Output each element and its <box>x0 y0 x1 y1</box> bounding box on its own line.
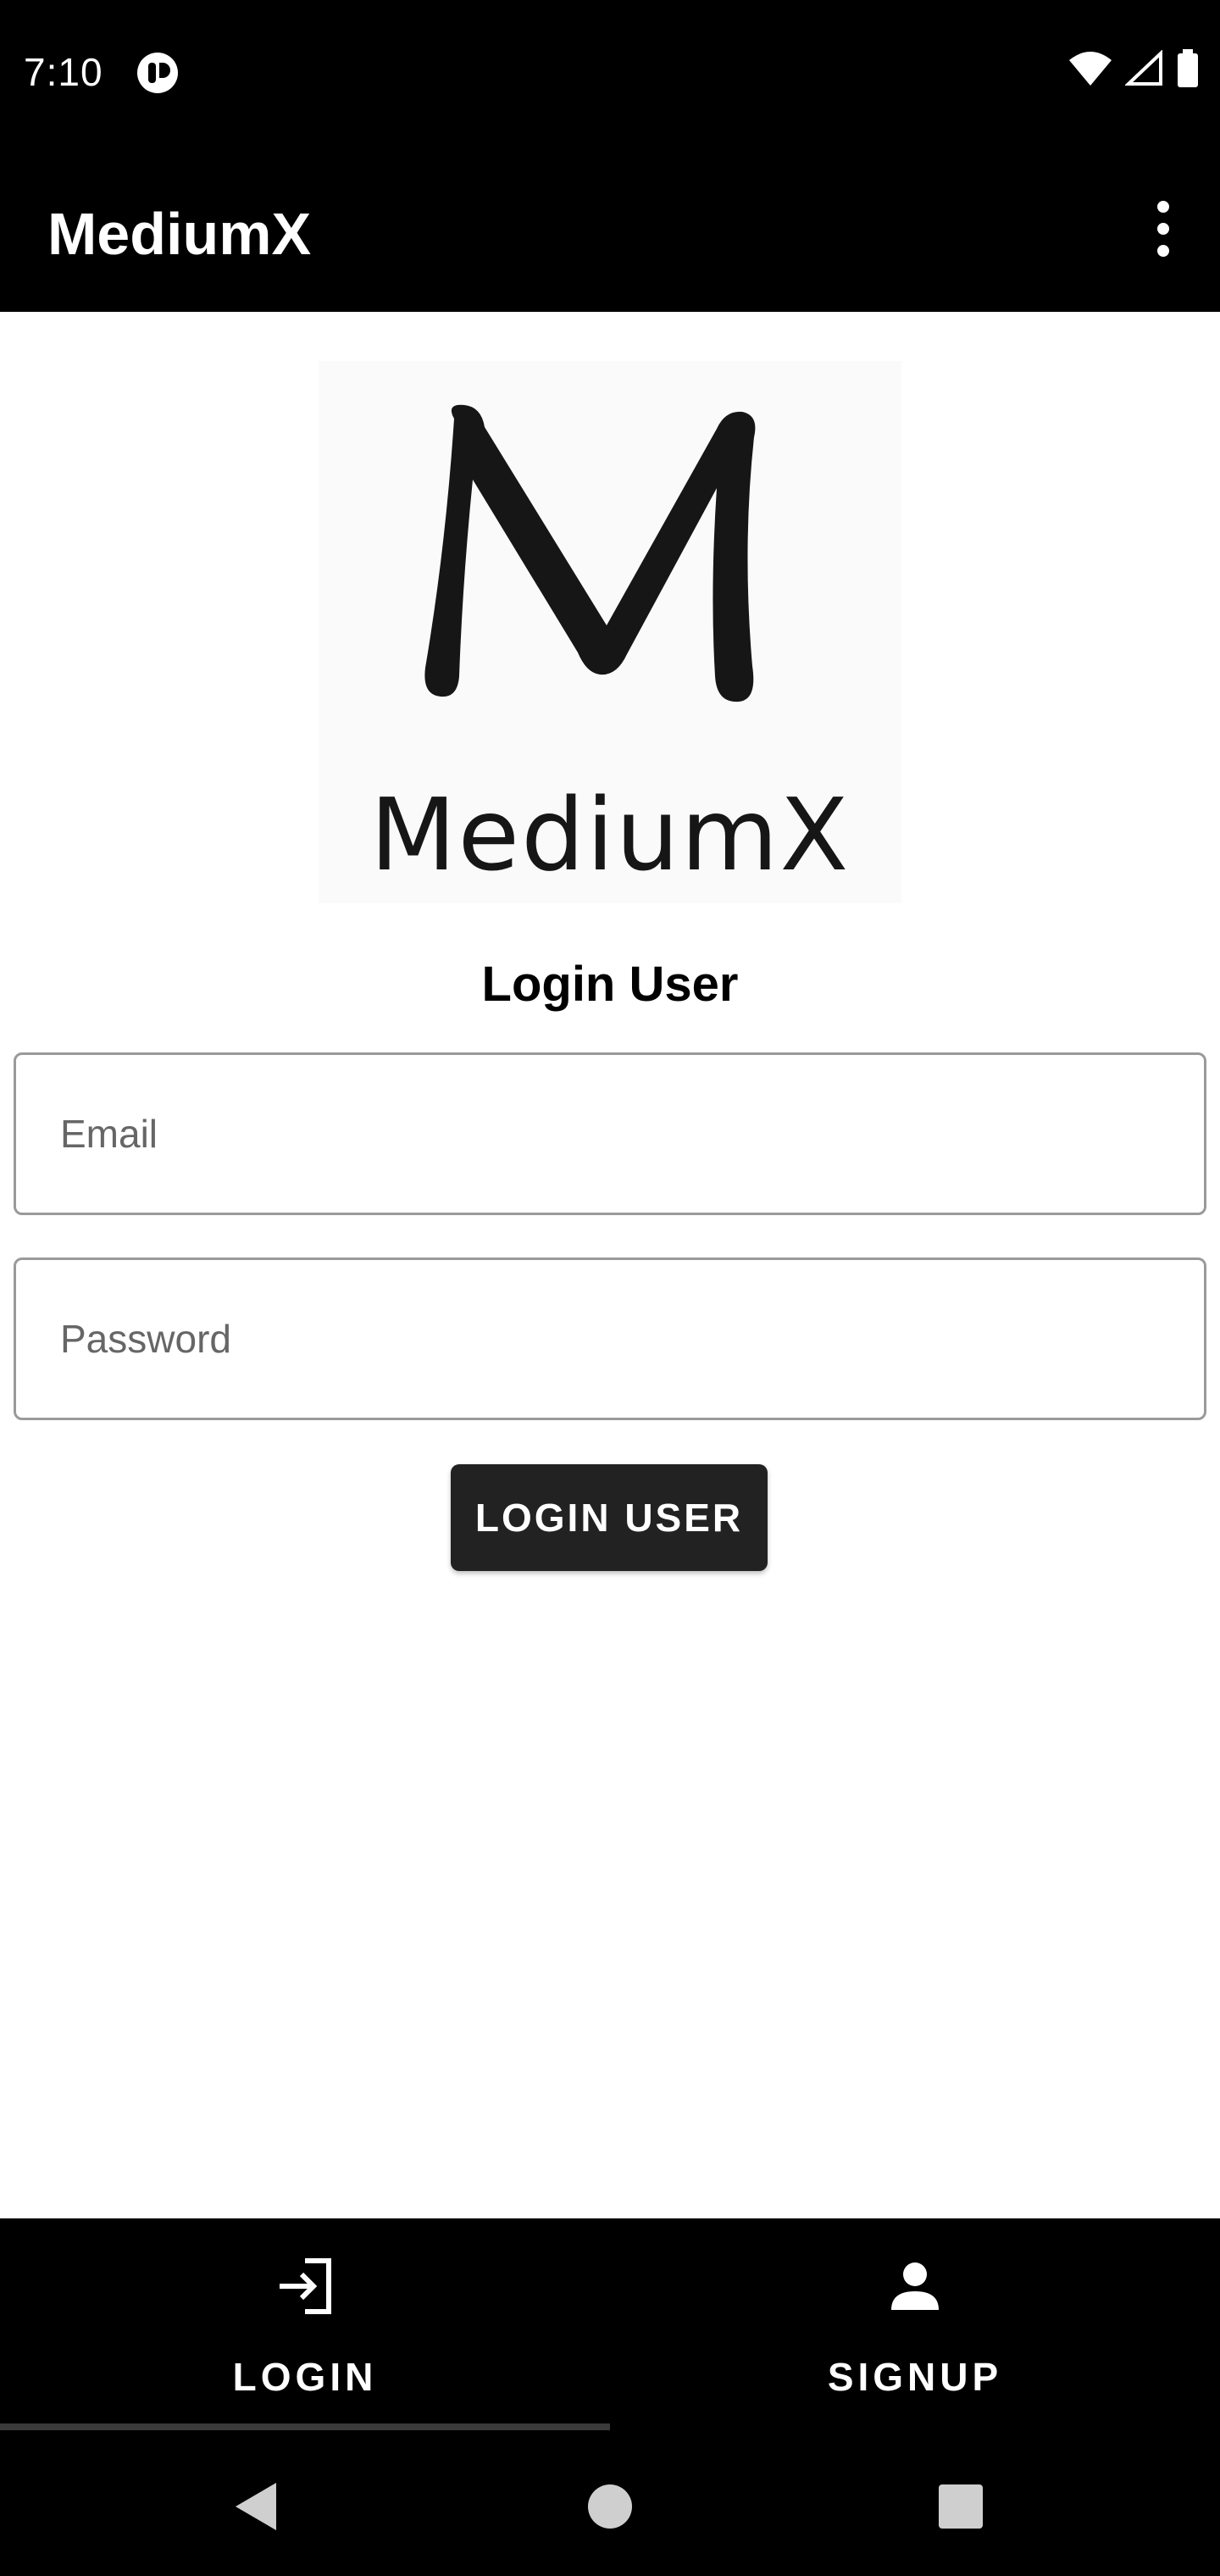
status-icons <box>1068 49 1200 88</box>
menu-dot <box>1157 201 1169 213</box>
home-icon[interactable] <box>581 2478 639 2535</box>
nav-item-login[interactable]: LOGIN <box>0 2218 610 2435</box>
back-icon[interactable] <box>227 2478 285 2535</box>
nav-item-signup[interactable]: SIGNUP <box>610 2218 1220 2435</box>
battery-icon <box>1178 49 1198 87</box>
system-navigation-bar <box>0 2435 1220 2576</box>
login-screen: MediumX Login User LOGIN USER <box>0 312 1220 2218</box>
menu-dot <box>1157 245 1169 257</box>
password-field[interactable] <box>14 1257 1206 1420</box>
login-icon <box>280 2258 331 2314</box>
status-time: 7:10 <box>24 50 103 94</box>
login-user-button[interactable]: LOGIN USER <box>451 1464 768 1571</box>
app-title: MediumX <box>47 201 312 267</box>
app-logo: MediumX <box>319 361 901 903</box>
email-input[interactable] <box>60 1055 1162 1213</box>
app-bar: MediumX <box>0 144 1220 312</box>
page-title: Login User <box>481 957 739 1012</box>
bottom-navigation: LOGIN SIGNUP <box>0 2218 1220 2435</box>
email-field[interactable] <box>14 1052 1206 1215</box>
cellular-signal-icon <box>1125 50 1162 86</box>
app-notification-icon <box>137 53 178 93</box>
nav-label-signup: SIGNUP <box>827 2355 1003 2399</box>
status-bar: 7:10 <box>0 0 1220 144</box>
overflow-menu-icon[interactable] <box>1142 188 1184 269</box>
password-input[interactable] <box>60 1260 1162 1418</box>
selected-tab-indicator <box>0 2423 610 2430</box>
wifi-icon <box>1069 52 1112 86</box>
person-icon <box>891 2262 939 2310</box>
menu-dot <box>1157 223 1169 235</box>
nav-label-login: LOGIN <box>232 2355 378 2399</box>
recents-icon[interactable] <box>932 2478 990 2535</box>
logo-wordmark: MediumX <box>369 776 851 893</box>
